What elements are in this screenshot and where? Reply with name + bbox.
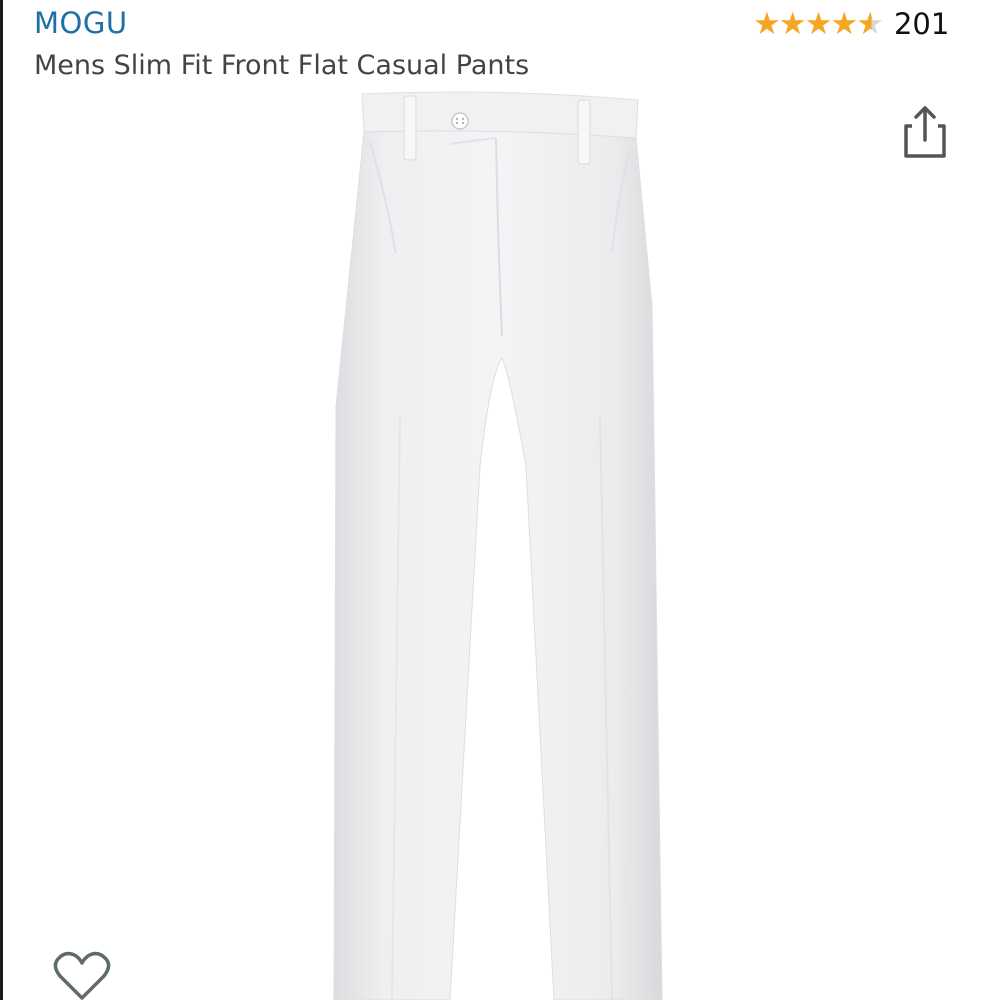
rating-count: 201	[893, 7, 950, 41]
brand-link[interactable]: MOGU	[34, 6, 128, 40]
star-icon: ★	[830, 5, 859, 42]
share-icon	[904, 106, 946, 158]
heart-icon	[53, 951, 111, 1000]
product-image[interactable]	[300, 86, 700, 1001]
wishlist-button[interactable]	[52, 950, 112, 1000]
star-icon: ★	[778, 5, 807, 42]
rating-summary[interactable]: ★ ★ ★ ★ ★ 201	[753, 4, 949, 44]
half-star-icon: ★	[856, 5, 884, 42]
product-title: Mens Slim Fit Front Flat Casual Pants	[34, 50, 530, 81]
screen-edge	[0, 0, 3, 1000]
star-icon: ★	[804, 5, 833, 42]
star-rating: ★ ★ ★ ★ ★	[753, 5, 884, 42]
star-icon: ★	[753, 5, 781, 42]
share-button[interactable]	[898, 102, 950, 162]
pants-image	[333, 91, 663, 1001]
